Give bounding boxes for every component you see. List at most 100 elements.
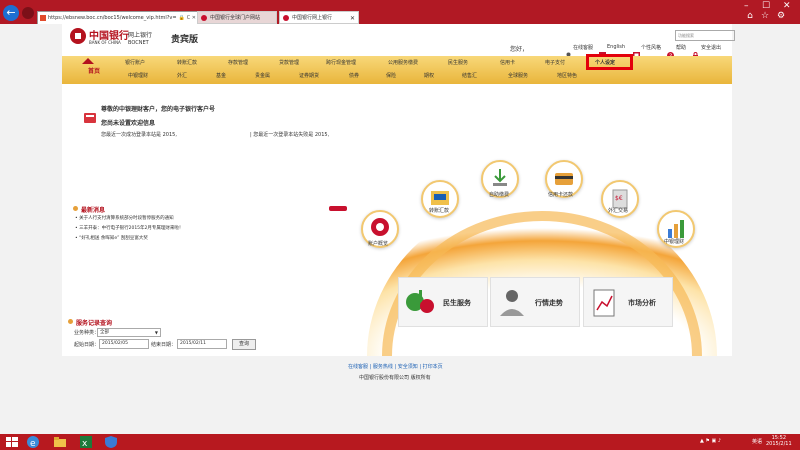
- query-button[interactable]: 查询: [232, 339, 256, 350]
- online-service-link[interactable]: 在线客服: [573, 44, 593, 51]
- end-date-input[interactable]: 2015/02/11: [177, 339, 227, 349]
- tray-flag-icon[interactable]: ▲ ⚑ ▣ ♪: [700, 438, 721, 444]
- netbank-title: 网上银行: [128, 32, 153, 39]
- edition-title: 贵宾版: [171, 35, 199, 45]
- logo-text-en: BANK OF CHINA: [89, 40, 121, 45]
- nav-transfer[interactable]: 转账汇款: [177, 59, 197, 66]
- help-link[interactable]: 帮助: [676, 44, 686, 51]
- service-label[interactable]: 自助缴费: [489, 191, 509, 198]
- nav-wealth[interactable]: 中银理财: [128, 72, 148, 79]
- highlight-box: [586, 54, 633, 70]
- minimize-icon[interactable]: –: [744, 1, 749, 11]
- nav-fund[interactable]: 基金: [216, 72, 226, 79]
- nav-fx-settlement[interactable]: 结售汇: [462, 72, 477, 79]
- english-link[interactable]: English: [607, 44, 625, 50]
- livelihood-card[interactable]: 民生服务: [398, 277, 488, 327]
- folder-icon[interactable]: [53, 435, 67, 449]
- tab-boc-portal[interactable]: 中国银行全球门户网站: [197, 11, 277, 24]
- site-icon: [40, 14, 46, 21]
- nav-credit-card[interactable]: 信用卡: [500, 59, 515, 66]
- service-label[interactable]: 中银理财: [664, 238, 684, 245]
- tab-label: 中国银行网上银行: [292, 15, 333, 21]
- settings-gear-icon[interactable]: ⚙: [776, 11, 786, 21]
- welcome-line-2: 您尚未设置欢迎信息: [101, 120, 156, 127]
- nav-insurance[interactable]: 保险: [386, 72, 396, 79]
- english-flag-icon: [599, 44, 606, 59]
- copyright-text: 中国银行股份有限公司 版权所有: [359, 375, 431, 381]
- service-label[interactable]: 外汇交易: [608, 207, 628, 214]
- nav-bonds[interactable]: 债券: [349, 72, 359, 79]
- news-item[interactable]: • 关于人行支付清算系统部分时段暂停服务的通知: [75, 215, 174, 221]
- nav-forex[interactable]: 外汇: [177, 72, 187, 79]
- svg-text:e: e: [30, 439, 36, 449]
- nav-loan[interactable]: 贷款管理: [279, 59, 299, 66]
- nav-cash-management[interactable]: 跨行现金管理: [326, 59, 356, 66]
- url-text: https://ebsnew.boc.cn/boc15/welcome_vip.…: [48, 15, 177, 21]
- nav-precious-metal[interactable]: 贵金属: [255, 72, 270, 79]
- footer-links[interactable]: 在线客服 | 服务热线 | 安全须知 | 打印本页: [348, 363, 443, 370]
- nav-deposit[interactable]: 存款管理: [228, 59, 248, 66]
- nav-e-payment[interactable]: 电子支付: [545, 59, 565, 66]
- boc-favicon-icon: [283, 15, 289, 21]
- svg-text:x: x: [82, 439, 88, 449]
- welcome-message-icon: [84, 113, 96, 123]
- service-label[interactable]: 转账汇款: [429, 207, 449, 214]
- address-bar[interactable]: https://ebsnew.boc.cn/boc15/welcome_vip.…: [37, 11, 199, 25]
- site-header: [62, 24, 732, 56]
- windows-start-icon[interactable]: [6, 437, 18, 447]
- service-label[interactable]: 信用卡还款: [548, 191, 573, 198]
- business-type-select[interactable]: 全部 ▼: [97, 328, 161, 337]
- boc-logo-icon: [70, 28, 86, 44]
- taskbar-clock[interactable]: 15:52 2015/2/11: [766, 435, 792, 447]
- news-bullet-icon: [73, 206, 78, 211]
- nav-global-service[interactable]: 全球服务: [508, 72, 528, 79]
- personal-style-link[interactable]: 个性风格: [641, 44, 661, 51]
- greeting-text: 您好，: [510, 46, 529, 53]
- maximize-icon[interactable]: ☐: [762, 1, 770, 11]
- netbank-subtitle: BOCNET: [128, 40, 149, 46]
- service-label[interactable]: 账户概览: [368, 240, 388, 247]
- nav-livelihood[interactable]: 民生服务: [448, 59, 468, 66]
- chevron-down-icon: ▼: [154, 330, 158, 335]
- end-date-label: 结束日期：: [151, 342, 177, 348]
- home-roof-icon: [82, 58, 94, 64]
- ie-browser-icon[interactable]: e: [26, 435, 40, 449]
- tab-boc-netbank[interactable]: 中国银行网上银行 ✕: [279, 11, 359, 24]
- forward-arrow-icon[interactable]: [22, 7, 34, 19]
- nav-regional[interactable]: 地区特色: [557, 72, 577, 79]
- business-type-label: 业务种类：: [74, 330, 100, 336]
- last-login-success: 您最近一次成功登录本站是 2015,: [101, 132, 177, 138]
- close-window-icon[interactable]: ✕: [783, 1, 791, 11]
- start-date-label: 起始日期：: [74, 342, 100, 348]
- excel-icon[interactable]: x: [79, 435, 93, 449]
- livelihood-icon: [406, 290, 434, 313]
- more-news-button[interactable]: [329, 206, 347, 211]
- start-date-input[interactable]: 2015/02/05: [99, 339, 149, 349]
- card-title: 市场分析: [628, 299, 656, 307]
- svg-text:$€: $€: [615, 195, 623, 202]
- market-trend-card[interactable]: 行情走势: [490, 277, 580, 327]
- function-search-input[interactable]: 功能搜索: [675, 30, 735, 41]
- logout-link[interactable]: 安全退出: [701, 44, 721, 51]
- nav-securities[interactable]: 证券期货: [299, 72, 319, 79]
- nav-bank-account[interactable]: 银行账户: [125, 59, 145, 66]
- nav-home[interactable]: 首页: [88, 66, 100, 75]
- favorites-star-icon[interactable]: ☆: [760, 11, 770, 21]
- input-language[interactable]: 英语: [752, 438, 762, 445]
- help-icon: ?: [667, 44, 674, 60]
- style-icon: [633, 44, 640, 59]
- nav-options[interactable]: 期权: [424, 72, 434, 79]
- news-title: 最新消息: [81, 207, 106, 214]
- news-item[interactable]: • 三羊开泰：中行电子银行2015年2月专属理财来啦！: [75, 225, 183, 231]
- boc-favicon-icon: [201, 15, 207, 21]
- market-analysis-card[interactable]: 市场分析: [583, 277, 673, 327]
- address-tools-icon[interactable]: 🔒 C ✕: [179, 12, 196, 24]
- security-shield-icon[interactable]: [104, 435, 118, 449]
- card-title: 民生服务: [443, 299, 471, 307]
- last-login-failure: | 您最近一次登录本站失败是 2015,: [250, 132, 330, 138]
- back-arrow-icon[interactable]: ←: [3, 5, 19, 21]
- welcome-line-1: 尊敬的中银理财客户，您的电子银行客户号: [101, 106, 216, 113]
- nav-utility-payment[interactable]: 公用服务缴费: [388, 59, 418, 66]
- news-item[interactable]: • “好礼相送 余晖知e” 刮刮豆富大奖: [75, 235, 148, 241]
- home-icon[interactable]: ⌂: [745, 11, 755, 21]
